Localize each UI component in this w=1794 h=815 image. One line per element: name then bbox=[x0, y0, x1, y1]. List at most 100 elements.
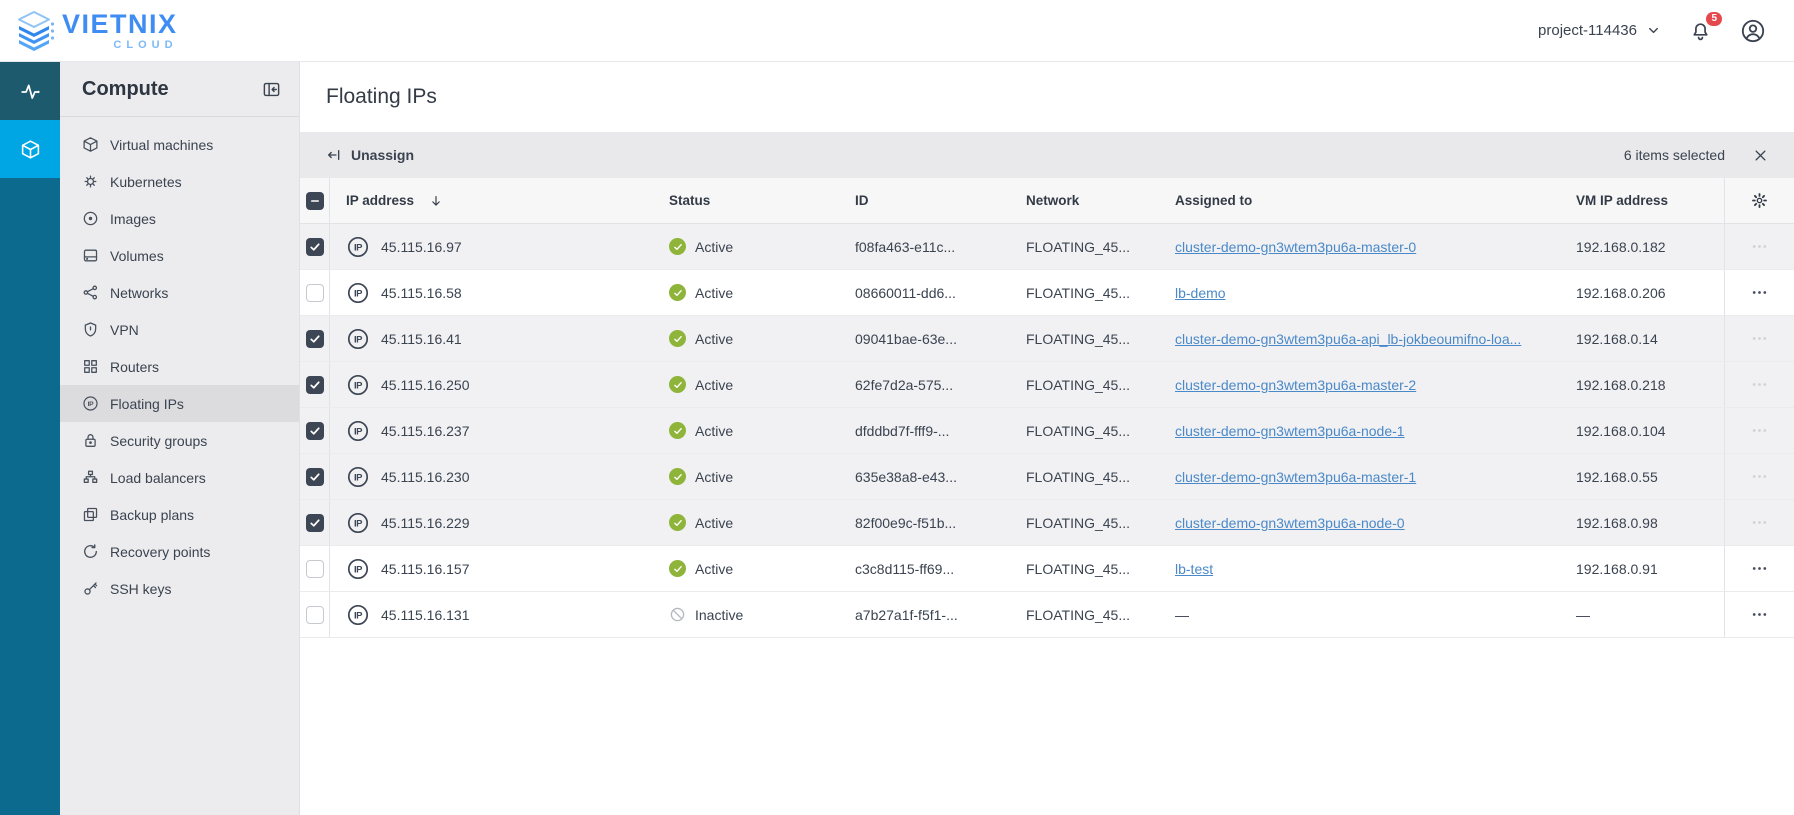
assigned-to-link[interactable]: cluster-demo-gn3wtem3pu6a-master-0 bbox=[1175, 239, 1416, 255]
status-inactive-icon bbox=[669, 606, 686, 623]
row-checkbox[interactable] bbox=[306, 514, 324, 532]
status-label: Active bbox=[695, 331, 733, 347]
sidebar-item-networks[interactable]: Networks bbox=[60, 274, 299, 311]
ip-address: 45.115.16.58 bbox=[381, 285, 462, 301]
unassign-label: Unassign bbox=[351, 147, 414, 163]
sidebar-item-security-groups[interactable]: Security groups bbox=[60, 422, 299, 459]
vm-ip-address: 192.168.0.14 bbox=[1574, 331, 1724, 347]
icon-rail bbox=[0, 62, 60, 815]
table-header-row: IP address Status ID Network Assigned to… bbox=[300, 178, 1794, 224]
row-checkbox[interactable] bbox=[306, 468, 324, 486]
close-icon[interactable] bbox=[1753, 148, 1768, 163]
assigned-to-link[interactable]: lb-test bbox=[1175, 561, 1213, 577]
sidebar-item-kubernetes[interactable]: Kubernetes bbox=[60, 163, 299, 200]
row-actions-menu[interactable] bbox=[1751, 560, 1768, 577]
resource-id: 09041bae-63e... bbox=[853, 331, 1024, 347]
floating-ip-icon bbox=[346, 235, 370, 259]
page-title: Floating IPs bbox=[326, 85, 437, 109]
sidebar-item-ssh-keys[interactable]: SSH keys bbox=[60, 570, 299, 607]
table-row: 45.115.16.230 Active 635e38a8-e43... FLO… bbox=[300, 454, 1794, 500]
select-all-checkbox[interactable] bbox=[306, 192, 324, 210]
row-checkbox[interactable] bbox=[306, 376, 324, 394]
row-checkbox[interactable] bbox=[306, 422, 324, 440]
assigned-to-link[interactable]: cluster-demo-gn3wtem3pu6a-node-1 bbox=[1175, 423, 1405, 439]
assigned-to-link[interactable]: cluster-demo-gn3wtem3pu6a-master-2 bbox=[1175, 377, 1416, 393]
vm-ip-address: 192.168.0.91 bbox=[1574, 561, 1724, 577]
status-active-icon bbox=[669, 376, 686, 393]
table-settings-gear-icon[interactable] bbox=[1751, 192, 1768, 209]
sidebar-item-volumes[interactable]: Volumes bbox=[60, 237, 299, 274]
sort-desc-icon[interactable] bbox=[429, 194, 443, 208]
vm-ip-address: 192.168.0.55 bbox=[1574, 469, 1724, 485]
floating-ip-icon bbox=[346, 373, 370, 397]
sidebar-item-images[interactable]: Images bbox=[60, 200, 299, 237]
notification-badge: 5 bbox=[1706, 12, 1722, 26]
row-actions-menu[interactable] bbox=[1751, 606, 1768, 623]
ip-address: 45.115.16.131 bbox=[381, 607, 470, 623]
resource-id: 08660011-dd6... bbox=[853, 285, 1024, 301]
table-row: 45.115.16.250 Active 62fe7d2a-575... FLO… bbox=[300, 362, 1794, 408]
row-actions-menu[interactable] bbox=[1751, 284, 1768, 301]
project-selector[interactable]: project-114436 bbox=[1538, 22, 1661, 39]
backup-icon bbox=[82, 506, 99, 523]
images-icon bbox=[82, 210, 99, 227]
sidebar-item-routers[interactable]: Routers bbox=[60, 348, 299, 385]
network-name: FLOATING_45... bbox=[1024, 423, 1173, 439]
notifications-button[interactable]: 5 bbox=[1689, 19, 1712, 42]
floating-ip-icon bbox=[346, 511, 370, 535]
vm-ip-address: 192.168.0.218 bbox=[1574, 377, 1724, 393]
status-active-icon bbox=[669, 560, 686, 577]
row-actions-menu[interactable] bbox=[1751, 422, 1768, 439]
brand-logo[interactable]: VIETNIX CLOUD bbox=[12, 9, 178, 53]
account-button[interactable] bbox=[1740, 18, 1766, 44]
cube-icon bbox=[82, 136, 99, 153]
resource-id: 82f00e9c-f51b... bbox=[853, 515, 1024, 531]
row-actions-menu[interactable] bbox=[1751, 238, 1768, 255]
network-name: FLOATING_45... bbox=[1024, 561, 1173, 577]
assigned-to-link[interactable]: cluster-demo-gn3wtem3pu6a-master-1 bbox=[1175, 469, 1416, 485]
row-checkbox[interactable] bbox=[306, 238, 324, 256]
row-checkbox[interactable] bbox=[306, 330, 324, 348]
floating-ip-icon bbox=[346, 603, 370, 627]
table-row: 45.115.16.131 Inactive a7b27a1f-f5f1-...… bbox=[300, 592, 1794, 638]
row-actions-menu[interactable] bbox=[1751, 330, 1768, 347]
column-header-vm-ip: VM IP address bbox=[1574, 193, 1724, 208]
table-body: 45.115.16.97 Active f08fa463-e11c... FLO… bbox=[300, 224, 1794, 638]
sidebar-item-backup-plans[interactable]: Backup plans bbox=[60, 496, 299, 533]
sidebar-item-floating-ips[interactable]: Floating IPs bbox=[60, 385, 299, 422]
row-actions-menu[interactable] bbox=[1751, 376, 1768, 393]
row-actions-menu[interactable] bbox=[1751, 468, 1768, 485]
sidebar-item-vpn[interactable]: VPN bbox=[60, 311, 299, 348]
row-checkbox[interactable] bbox=[306, 560, 324, 578]
logo-stack-icon bbox=[12, 9, 56, 53]
sidebar-item-recovery-points[interactable]: Recovery points bbox=[60, 533, 299, 570]
resource-id: 635e38a8-e43... bbox=[853, 469, 1024, 485]
collapse-panel-icon[interactable] bbox=[262, 80, 281, 99]
table-row: 45.115.16.157 Active c3c8d115-ff69... FL… bbox=[300, 546, 1794, 592]
assigned-to-link[interactable]: lb-demo bbox=[1175, 285, 1226, 301]
kubernetes-icon bbox=[82, 173, 99, 190]
vm-ip-address: 192.168.0.206 bbox=[1574, 285, 1724, 301]
sidebar-item-virtual-machines[interactable]: Virtual machines bbox=[60, 126, 299, 163]
row-checkbox[interactable] bbox=[306, 606, 324, 624]
selection-count: 6 items selected bbox=[1624, 147, 1725, 163]
unassign-button[interactable]: Unassign bbox=[326, 147, 414, 163]
row-actions-menu[interactable] bbox=[1751, 514, 1768, 531]
status-active-icon bbox=[669, 422, 686, 439]
floating-ip-icon bbox=[346, 327, 370, 351]
recovery-icon bbox=[82, 543, 99, 560]
floating-ip-icon bbox=[346, 557, 370, 581]
network-name: FLOATING_45... bbox=[1024, 469, 1173, 485]
row-checkbox[interactable] bbox=[306, 284, 324, 302]
table-row: 45.115.16.41 Active 09041bae-63e... FLOA… bbox=[300, 316, 1794, 362]
vm-ip-address: 192.168.0.98 bbox=[1574, 515, 1724, 531]
sidebar-title: Compute bbox=[82, 78, 169, 101]
unassign-icon bbox=[326, 147, 342, 163]
assigned-to-link[interactable]: cluster-demo-gn3wtem3pu6a-api_lb-jokbeou… bbox=[1175, 331, 1521, 347]
assigned-to-link[interactable]: cluster-demo-gn3wtem3pu6a-node-0 bbox=[1175, 515, 1405, 531]
rail-item-compute[interactable] bbox=[0, 120, 60, 178]
sidebar-item-load-balancers[interactable]: Load balancers bbox=[60, 459, 299, 496]
resource-id: a7b27a1f-f5f1-... bbox=[853, 607, 1024, 623]
key-icon bbox=[82, 580, 99, 597]
rail-item-monitoring[interactable] bbox=[0, 62, 60, 120]
